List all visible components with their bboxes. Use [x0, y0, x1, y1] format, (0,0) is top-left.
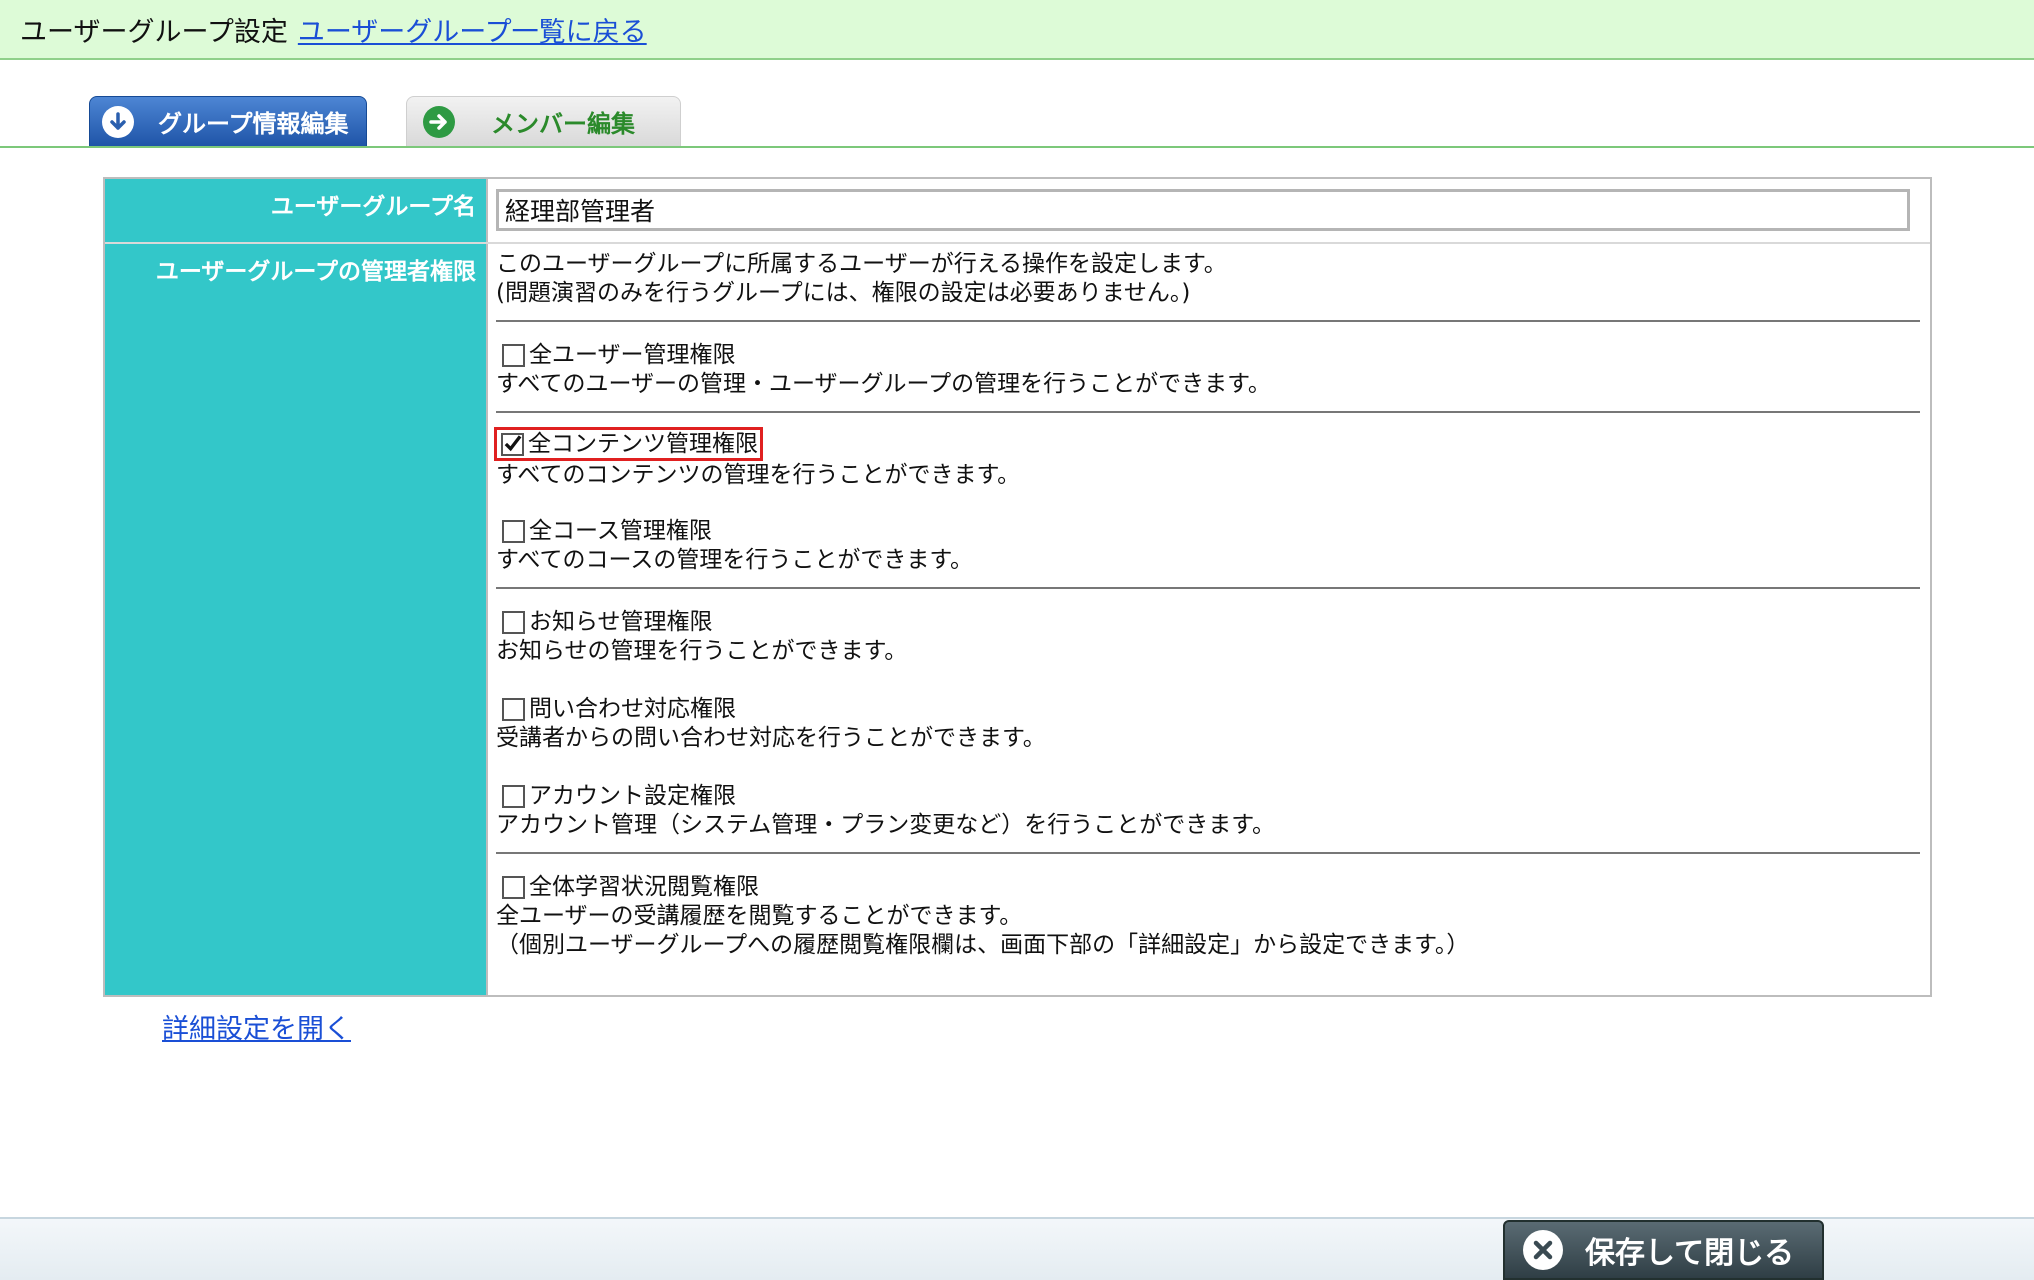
permission-desc: 全ユーザーの受講履歴を閲覧することができます。	[496, 903, 1023, 929]
permission-label: 全体学習状況閲覧権限	[529, 873, 759, 900]
checkbox-inquiries[interactable]	[502, 697, 525, 721]
label-column: ユーザーグループ名 ユーザーグループの管理者権限	[105, 179, 488, 995]
permission-item: アカウント設定権限 アカウント管理（システム管理・プラン変更など）を行うことがで…	[496, 781, 1920, 840]
permission-item: 全コース管理権限 すべてのコースの管理を行うことができます。	[496, 516, 1920, 575]
permission-item: 全体学習状況閲覧権限 全ユーザーの受講履歴を閲覧することができます。 （個別ユー…	[496, 872, 1920, 960]
group-name-input[interactable]	[496, 189, 1910, 231]
permission-label: 全コンテンツ管理権限	[528, 430, 758, 457]
open-detail-settings-link[interactable]: 詳細設定を開く	[162, 1007, 351, 1046]
permission-desc: お知らせの管理を行うことができます。	[496, 638, 908, 664]
permission-item: 全ユーザー管理権限 すべてのユーザーの管理・ユーザーグループの管理を行うことがで…	[496, 340, 1920, 399]
highlight-box: 全コンテンツ管理権限	[494, 427, 763, 461]
permission-desc: すべてのコンテンツの管理を行うことができます。	[496, 462, 1021, 488]
page-header: ユーザーグループ設定 ユーザーグループ一覧に戻る	[0, 0, 2034, 60]
admin-permissions-label: ユーザーグループの管理者権限	[155, 259, 476, 285]
divider	[496, 587, 1920, 589]
permission-label: 問い合わせ対応権限	[529, 695, 736, 722]
tab-divider	[0, 146, 2034, 148]
checkbox-all-contents[interactable]	[501, 432, 524, 456]
save-and-close-button[interactable]: 保存して閉じる	[1503, 1220, 1824, 1280]
permission-desc: すべてのユーザーの管理・ユーザーグループの管理を行うことができます。	[496, 371, 1271, 397]
save-button-label: 保存して閉じる	[1585, 1236, 1795, 1271]
checkbox-overall-learning-status[interactable]	[502, 875, 525, 899]
tab-label: メンバー編集	[491, 110, 635, 138]
checkbox-announcements[interactable]	[502, 610, 525, 634]
permission-item: お知らせ管理権限 お知らせの管理を行うことができます。	[496, 607, 1920, 666]
back-to-list-link[interactable]: ユーザーグループ一覧に戻る	[298, 10, 647, 49]
permission-label: 全ユーザー管理権限	[529, 341, 736, 368]
permission-label: 全コース管理権限	[529, 517, 712, 544]
checkbox-all-courses[interactable]	[502, 519, 525, 543]
arrow-right-circle-icon	[423, 105, 455, 138]
tab-group-info[interactable]: グループ情報編集	[89, 96, 367, 146]
permissions-intro: このユーザーグループに所属するユーザーが行える操作を設定します。	[496, 251, 1227, 277]
divider	[496, 320, 1920, 322]
permissions-area: このユーザーグループに所属するユーザーが行える操作を設定します。 (問題演習のみ…	[494, 250, 1920, 960]
tab-member-edit[interactable]: メンバー編集	[406, 96, 681, 146]
permission-label: お知らせ管理権限	[529, 608, 713, 635]
tab-label: グループ情報編集	[158, 110, 349, 138]
permission-item: 問い合わせ対応権限 受講者からの問い合わせ対応を行うことができます。	[496, 694, 1920, 753]
divider	[496, 411, 1920, 413]
arrow-down-circle-icon	[102, 105, 134, 138]
permission-desc: すべてのコースの管理を行うことができます。	[496, 547, 974, 573]
divider	[496, 852, 1920, 854]
group-settings-form: ユーザーグループ名 ユーザーグループの管理者権限 このユーザーグループに所属する…	[103, 177, 1932, 997]
permission-desc: 受講者からの問い合わせ対応を行うことができます。	[496, 725, 1046, 751]
permission-desc: アカウント管理（システム管理・プラン変更など）を行うことができます。	[496, 812, 1276, 838]
permissions-note: (問題演習のみを行うグループには、権限の設定は必要ありません。)	[496, 280, 1191, 306]
row-divider	[105, 242, 1930, 244]
checkbox-all-users[interactable]	[502, 343, 525, 367]
permission-note: （個別ユーザーグループへの履歴閲覧権限欄は、画面下部の「詳細設定」から設定できま…	[496, 932, 1470, 958]
group-name-label: ユーザーグループ名	[270, 194, 476, 220]
permission-label: アカウント設定権限	[529, 782, 736, 809]
permission-item: 全コンテンツ管理権限 すべてのコンテンツの管理を行うことができます。	[494, 427, 1920, 490]
checkbox-account-settings[interactable]	[502, 784, 525, 808]
page-title: ユーザーグループ設定	[20, 16, 288, 48]
close-icon	[1523, 1230, 1563, 1270]
